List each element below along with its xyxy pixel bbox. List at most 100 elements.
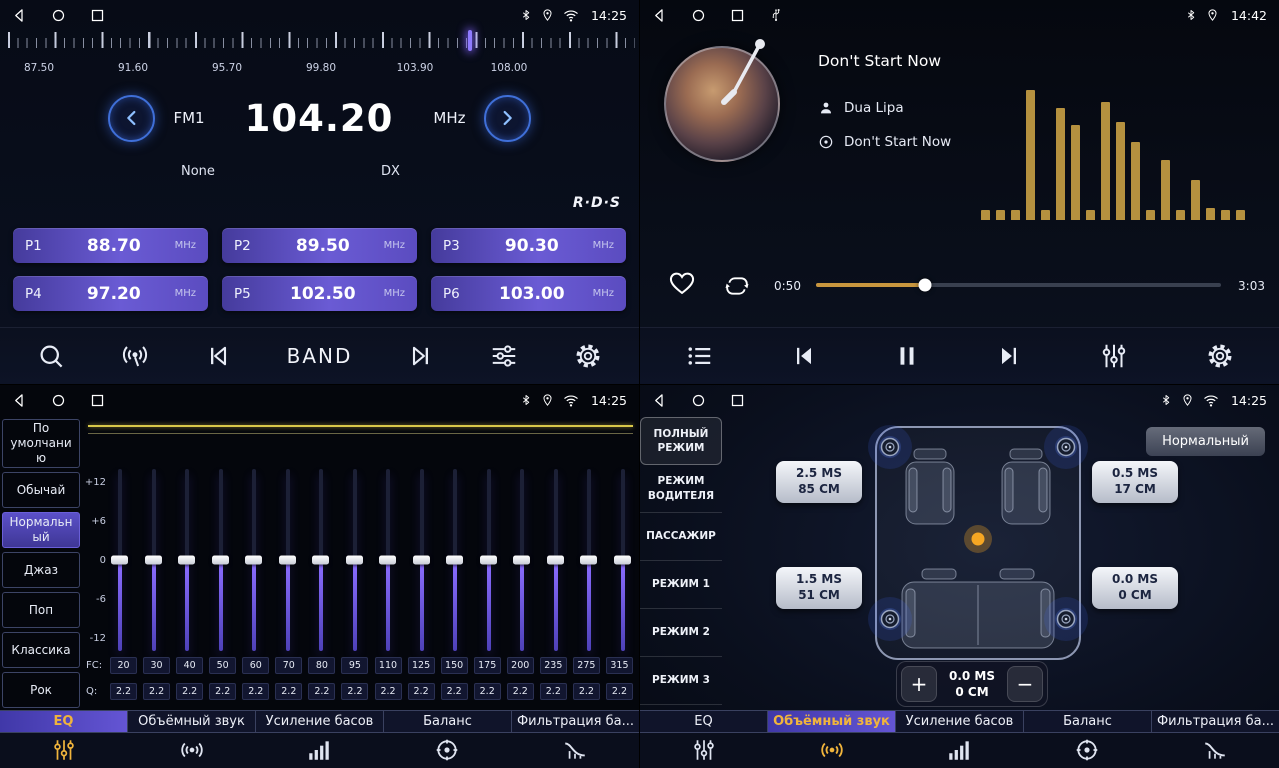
eq-preset-item[interactable]: Нормальный (2, 512, 80, 548)
back-icon[interactable] (12, 8, 27, 23)
frequency-scale[interactable]: 87.5091.6095.7099.80103.90108.00 (0, 30, 639, 80)
crossover-filter-icon[interactable] (511, 737, 639, 763)
home-circle-icon[interactable] (51, 8, 66, 23)
recents-square-icon[interactable] (90, 8, 105, 23)
recents-square-icon[interactable] (90, 393, 105, 408)
eq-preset-item[interactable]: Рок (2, 672, 80, 708)
eq-preset-item[interactable]: Джаз (2, 552, 80, 588)
slider-handle[interactable] (547, 556, 564, 565)
tab-surround-sound[interactable]: Объёмный звук (128, 711, 256, 732)
listening-mode-item[interactable]: РЕЖИМ 3 (640, 657, 722, 705)
eq-faders-icon[interactable] (0, 737, 128, 763)
home-circle-icon[interactable] (691, 393, 706, 408)
recents-square-icon[interactable] (730, 393, 745, 408)
home-circle-icon[interactable] (691, 8, 706, 23)
eq-band-slider[interactable] (278, 469, 298, 651)
settings-gear-icon[interactable] (1205, 341, 1235, 371)
increase-button[interactable]: + (901, 666, 937, 702)
next-track-icon[interactable] (407, 342, 435, 370)
delay-front-left[interactable]: 2.5 MS 85 CM (776, 461, 862, 503)
tune-down-button[interactable] (108, 95, 155, 142)
tab-eq[interactable]: EQ (0, 711, 128, 732)
tune-up-button[interactable] (484, 95, 531, 142)
listening-mode-item[interactable]: РЕЖИМ 1 (640, 561, 722, 609)
slider-handle[interactable] (346, 556, 363, 565)
settings-gear-icon[interactable] (573, 341, 603, 371)
radio-preset-button[interactable]: P4 97.20 MHz (13, 276, 208, 311)
back-icon[interactable] (12, 393, 27, 408)
eq-band-slider[interactable] (177, 469, 197, 651)
recents-square-icon[interactable] (730, 8, 745, 23)
slider-handle[interactable] (212, 556, 229, 565)
tab-surround-sound[interactable]: Объёмный звук (768, 711, 896, 732)
playlist-icon[interactable] (684, 341, 714, 371)
eq-band-slider[interactable] (546, 469, 566, 651)
eq-band-slider[interactable] (211, 469, 231, 651)
delay-rear-left[interactable]: 1.5 MS 51 CM (776, 567, 862, 609)
eq-band-slider[interactable] (579, 469, 599, 651)
progress-thumb[interactable] (919, 279, 932, 292)
slider-handle[interactable] (614, 556, 631, 565)
eq-preset-item[interactable]: Обычай (2, 472, 80, 508)
next-track-icon[interactable] (995, 342, 1023, 370)
slider-handle[interactable] (379, 556, 396, 565)
listening-mode-item[interactable]: РЕЖИМ 2 (640, 609, 722, 657)
broadcast-icon[interactable] (120, 341, 150, 371)
tab-bass-boost[interactable]: Усиление басов (896, 711, 1024, 732)
slider-handle[interactable] (513, 556, 530, 565)
radio-preset-button[interactable]: P5 102.50 MHz (222, 276, 417, 311)
favorite-heart-icon[interactable] (668, 270, 696, 300)
eq-preset-item[interactable]: Классика (2, 632, 80, 668)
slider-handle[interactable] (111, 556, 128, 565)
slider-handle[interactable] (145, 556, 162, 565)
eq-band-slider[interactable] (613, 469, 633, 651)
slider-handle[interactable] (178, 556, 195, 565)
previous-track-icon[interactable] (204, 342, 232, 370)
tab-bass-boost[interactable]: Усиление басов (256, 711, 384, 732)
eq-band-slider[interactable] (512, 469, 532, 651)
channel-faders-icon[interactable] (1099, 341, 1129, 371)
search-icon[interactable] (36, 341, 66, 371)
surround-sound-icon[interactable] (128, 737, 256, 763)
listening-mode-item[interactable]: ПАССАЖИР (640, 513, 722, 561)
eq-band-slider[interactable] (412, 469, 432, 651)
slider-handle[interactable] (279, 556, 296, 565)
back-icon[interactable] (652, 8, 667, 23)
slider-handle[interactable] (580, 556, 597, 565)
eq-band-slider[interactable] (378, 469, 398, 651)
bass-boost-icon[interactable] (256, 737, 384, 763)
eq-band-slider[interactable] (110, 469, 130, 651)
radio-preset-button[interactable]: P2 89.50 MHz (222, 228, 417, 263)
eq-preset-item[interactable]: По умолчанию (2, 419, 80, 468)
crossover-filter-icon[interactable] (1151, 737, 1279, 763)
decrease-button[interactable]: − (1007, 666, 1043, 702)
balance-target-icon[interactable] (383, 737, 511, 763)
radio-preset-button[interactable]: P3 90.30 MHz (431, 228, 626, 263)
slider-handle[interactable] (312, 556, 329, 565)
eq-band-slider[interactable] (144, 469, 164, 651)
eq-band-slider[interactable] (244, 469, 264, 651)
balance-target-icon[interactable] (1023, 737, 1151, 763)
eq-faders-icon[interactable] (640, 737, 768, 763)
listening-mode-item[interactable]: ПОЛНЫЙ РЕЖИМ (640, 417, 722, 465)
pause-icon[interactable] (894, 343, 920, 369)
tab-balance[interactable]: Баланс (384, 711, 512, 732)
back-icon[interactable] (652, 393, 667, 408)
tune-faders-icon[interactable] (489, 341, 519, 371)
delay-rear-right[interactable]: 0.0 MS 0 CM (1092, 567, 1178, 609)
home-circle-icon[interactable] (51, 393, 66, 408)
tab-crossover-filter[interactable]: Фильтрация ба... (1152, 711, 1279, 732)
surround-sound-icon[interactable] (768, 737, 896, 763)
slider-handle[interactable] (480, 556, 497, 565)
radio-preset-button[interactable]: P1 88.70 MHz (13, 228, 208, 263)
previous-track-icon[interactable] (790, 342, 818, 370)
tab-balance[interactable]: Баланс (1024, 711, 1152, 732)
sound-preset-badge[interactable]: Нормальный (1146, 427, 1265, 456)
eq-band-slider[interactable] (479, 469, 499, 651)
tab-eq[interactable]: EQ (640, 711, 768, 732)
bass-boost-icon[interactable] (896, 737, 1024, 763)
radio-preset-button[interactable]: P6 103.00 MHz (431, 276, 626, 311)
eq-band-slider[interactable] (445, 469, 465, 651)
eq-band-slider[interactable] (311, 469, 331, 651)
eq-preset-item[interactable]: Поп (2, 592, 80, 628)
